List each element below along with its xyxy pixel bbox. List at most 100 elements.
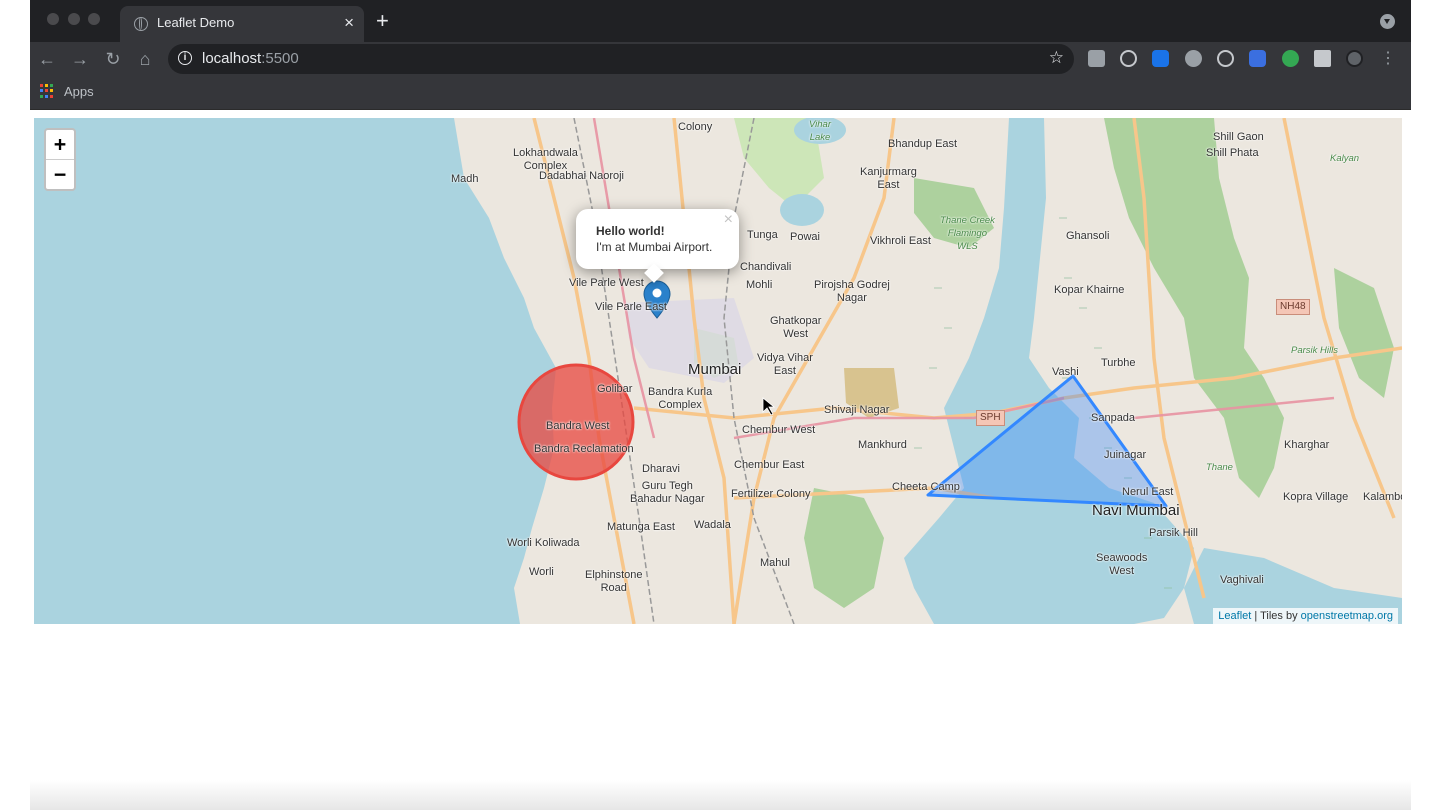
map-label: Cheeta Camp [892,481,960,493]
map-label: Shivaji Nagar [824,404,890,416]
map-label: Vihar Lake [809,119,832,143]
map-label: Sanpada [1091,412,1136,424]
map-label: Kanjurmarg East [860,166,917,191]
window-minimize-dot[interactable] [68,13,80,25]
map-label: Juinagar [1104,449,1147,461]
map-label: Vile Parle West [569,277,644,289]
map-label: Kopar Khairne [1054,284,1125,296]
map-attribution: Leaflet | Tiles by openstreetmap.org [1213,608,1398,624]
map-label: Worli Koliwada [507,537,580,549]
map-label: Powai [790,231,820,243]
map-label: Kharghar [1284,439,1330,451]
window-zoom-dot[interactable] [88,13,100,25]
tab-search-icon[interactable] [1380,14,1395,29]
map-label: Bhandup East [888,138,958,150]
zoom-in-button[interactable]: + [46,130,74,160]
map-label: Mahul [760,557,790,569]
map-label: Bandra West [546,420,610,432]
address-bar[interactable]: i localhost:5500 ☆ [168,44,1074,74]
right-margin [1410,0,1440,810]
new-tab-button[interactable]: + [376,8,389,34]
camera-extension-icon[interactable] [1088,50,1105,67]
reload-icon[interactable]: ↻ [101,47,125,71]
green-extension-icon[interactable] [1282,50,1299,67]
highway-shield-nh48: NH48 [1276,299,1310,315]
map-label: Pirojsha Godrej Nagar [814,279,890,304]
map-label: Dadabhai Naoroji [539,170,624,182]
map-label: Kalyan [1330,153,1360,164]
popup-title: Hello world! [596,224,665,238]
map-label: Tunga [747,229,778,241]
zoom-control: + − [44,128,76,191]
tab-strip: Leaflet Demo × + [30,0,1411,42]
map-label: Ghansoli [1066,230,1110,242]
marker-popup: × Hello world! I'm at Mumbai Airport. [576,209,739,283]
map-label-city: Navi Mumbai [1092,502,1180,519]
profile-avatar[interactable] [1346,50,1363,67]
kebab-menu-icon[interactable]: ⋮ [1376,47,1400,71]
map-label: Vashi [1052,366,1079,378]
attribution-separator: | Tiles by [1251,610,1301,622]
map-label-city: Mumbai [688,361,742,378]
tab-title: Leaflet Demo [157,15,235,30]
osm-link[interactable]: openstreetmap.org [1301,610,1393,622]
popup-close-icon[interactable]: × [724,211,733,229]
map-label: Worli [529,566,554,578]
gray-extension-icon[interactable] [1185,50,1202,67]
map-label: Guru Tegh Bahadur Nagar [630,480,705,505]
forward-arrow-icon[interactable]: → [68,47,92,71]
chart-extension-icon[interactable] [1249,50,1266,67]
leaflet-map[interactable]: Colony Lokhandwala Complex Madh Dadabhai … [34,118,1402,624]
window-close-dot[interactable] [47,13,59,25]
map-label: Mankhurd [858,439,907,451]
blue-extension-icon[interactable] [1152,50,1169,67]
map-label: Elphinstone Road [585,569,643,594]
map-label: Bandra Kurla Complex [648,386,713,411]
map-label: Turbhe [1101,357,1136,369]
bookmarks-bar: Apps [30,76,1411,110]
url-port: :5500 [261,50,299,67]
bookmark-star-icon[interactable]: ☆ [1049,48,1064,68]
leaflet-link[interactable]: Leaflet [1218,610,1251,622]
map-label: Chandivali [740,261,792,273]
map-label: Fertilizer Colony [731,488,811,500]
map-label: Parsik Hill [1149,527,1198,539]
map-label: Vile Parle East [595,301,667,313]
url-host: localhost [202,50,262,67]
apps-grid-icon[interactable] [40,84,54,98]
map-label: Bandra Reclamation [534,443,634,455]
left-margin [0,0,30,810]
react-extension-icon[interactable] [1120,50,1137,67]
map-label: Chembur West [742,424,816,436]
bookmark-apps[interactable]: Apps [64,84,94,99]
map-label: Wadala [694,519,731,531]
tab-leaflet-demo[interactable]: Leaflet Demo × [120,6,364,42]
map-label: Parsik Hills [1291,345,1338,356]
home-icon[interactable]: ⌂ [133,47,157,71]
browser-window: Leaflet Demo × + ← → ↻ ⌂ i localhost:550… [30,0,1411,810]
puzzle-extensions-icon[interactable] [1314,50,1331,67]
map-label: Mohli [746,279,773,291]
target-extension-icon[interactable] [1217,50,1234,67]
map-label: Thane Creek Flamingo WLS [940,215,995,252]
map-label: Madh [451,173,479,185]
site-info-icon[interactable]: i [178,51,192,65]
map-label: Vaghivali [1220,574,1264,586]
tab-close-icon[interactable]: × [344,12,354,34]
map-label: Vidya Vihar East [757,352,813,377]
browser-toolbar: ← → ↻ ⌂ i localhost:5500 ☆ ⋮ [30,42,1411,76]
map-label: Colony [678,121,713,133]
back-arrow-icon[interactable]: ← [35,47,59,71]
map-label: Vikhroli East [870,235,931,247]
map-label: Golibar [597,383,633,395]
globe-icon [134,17,148,31]
map-label: Kalambo [1363,491,1402,503]
zoom-out-button[interactable]: − [46,160,74,189]
map-label: Ghatkopar West [770,315,822,340]
url-text[interactable]: localhost:5500 [202,50,299,67]
map-label: Shill Gaon [1213,131,1264,143]
page-content: Colony Lokhandwala Complex Madh Dadabhai … [30,110,1411,810]
highway-shield-sph: SPH [976,410,1005,426]
map-label: Matunga East [607,521,675,533]
map-label: Chembur East [734,459,805,471]
